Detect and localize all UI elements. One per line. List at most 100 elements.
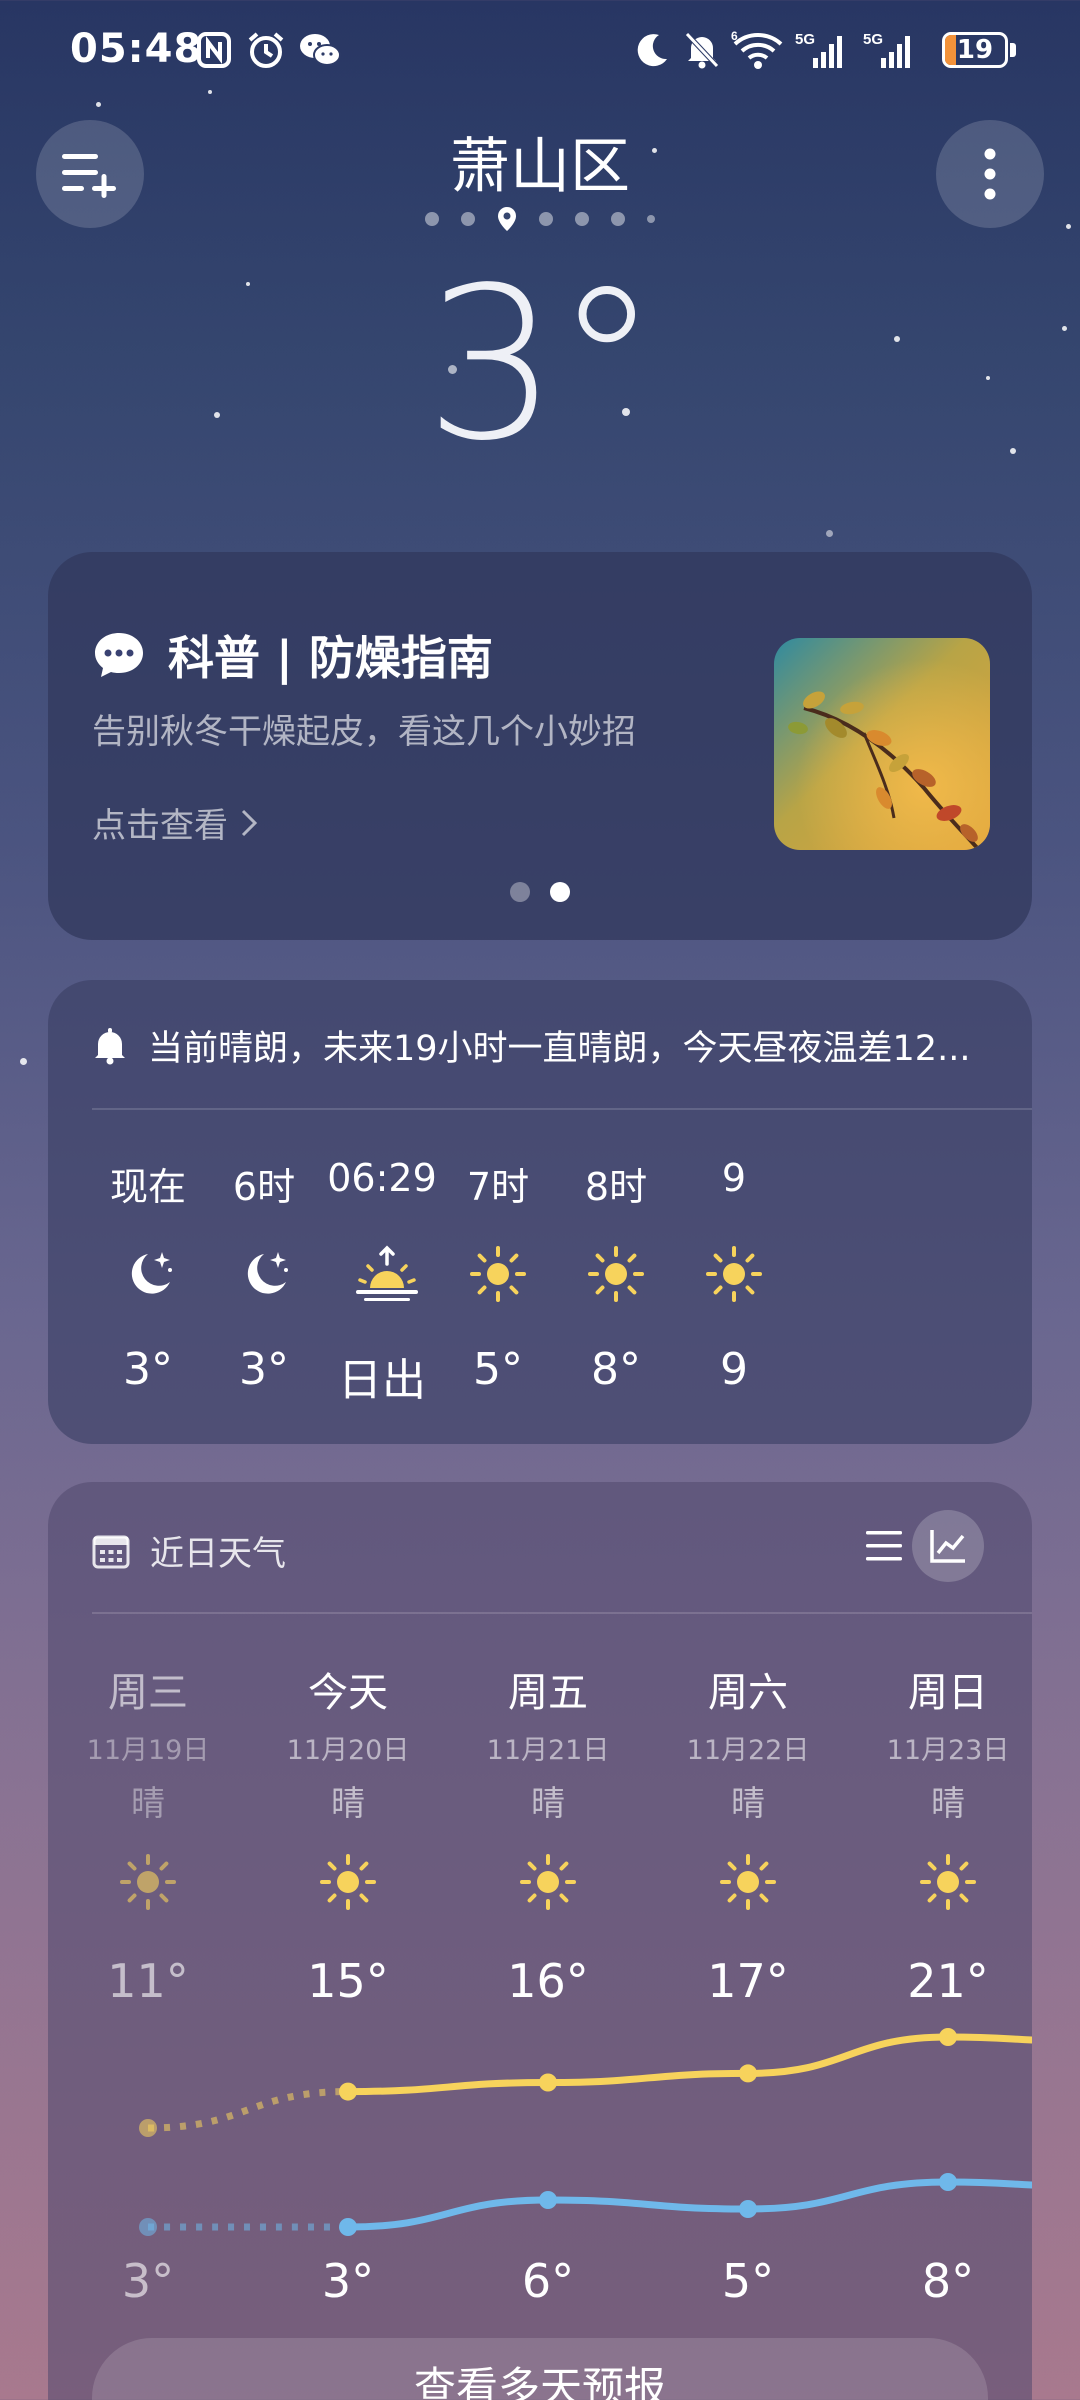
day-high-temp: 17° bbox=[707, 1954, 789, 2008]
low-temp-point bbox=[939, 2173, 957, 2191]
sun-icon bbox=[468, 1244, 528, 1304]
day-condition: 晴 bbox=[531, 1784, 565, 1824]
news-view-link[interactable]: 点击查看 bbox=[92, 798, 258, 847]
high-temp-point bbox=[339, 2082, 357, 2101]
news-view-label: 点击查看 bbox=[92, 806, 228, 846]
day-name: 今天 bbox=[308, 1670, 388, 1716]
low-temp-point bbox=[739, 2200, 757, 2218]
news-thumbnail-image[interactable] bbox=[774, 638, 990, 850]
low-temp-point bbox=[539, 2191, 557, 2209]
battery-tip bbox=[1010, 43, 1016, 57]
low-temp-line bbox=[344, 2178, 1032, 2231]
news-carousel-indicator bbox=[48, 882, 1032, 902]
carousel-dot bbox=[510, 882, 530, 902]
news-subtitle: 告别秋冬干燥起皮，看这几个小妙招 bbox=[92, 712, 636, 752]
sun-icon bbox=[586, 1244, 646, 1304]
day-condition: 晴 bbox=[731, 1784, 765, 1824]
day-name: 周五 bbox=[508, 1670, 588, 1716]
daily-forecast-card[interactable]: 近日天气 周三 11月19日晴 11° 3° 今天 11月20日晴 15° 3° 周五 11月21… bbox=[48, 1482, 1032, 2400]
city-name: 萧山区 bbox=[450, 132, 630, 202]
more-vertical-icon bbox=[984, 148, 996, 200]
wechat-icon bbox=[298, 30, 342, 70]
news-title: 科普 | 防燥指南 bbox=[168, 631, 493, 685]
status-bar: 05:48 6 5G 5G 19 bbox=[0, 0, 1080, 100]
sun-icon bbox=[704, 1244, 764, 1304]
sun-icon bbox=[918, 1852, 978, 1912]
more-days-forecast-button[interactable]: 查看多天预报 bbox=[92, 2338, 988, 2400]
bell-icon bbox=[95, 1027, 125, 1064]
day-name: 周六 bbox=[708, 1670, 788, 1716]
high-temp-past-segment bbox=[147, 2088, 349, 2132]
battery-icon: 19 bbox=[942, 32, 1008, 68]
page-dot bbox=[425, 212, 439, 226]
sun-icon bbox=[318, 1852, 378, 1912]
moon-stars-icon bbox=[118, 1244, 178, 1304]
day-low-temp: 3° bbox=[321, 2254, 375, 2308]
moon-dnd-icon bbox=[632, 30, 672, 70]
bell-off-icon bbox=[682, 30, 722, 70]
wifi-icon: 6 bbox=[730, 30, 786, 70]
battery-percent: 19 bbox=[956, 35, 994, 65]
day-low-temp: 8° bbox=[921, 2254, 975, 2308]
day-date: 11月19日 bbox=[86, 1735, 210, 1766]
nfc-icon bbox=[196, 30, 232, 70]
star bbox=[20, 1058, 27, 1065]
current-temperature: 3° bbox=[424, 242, 660, 487]
status-time: 05:48 bbox=[70, 26, 203, 72]
star bbox=[96, 102, 101, 107]
svg-text:5G: 5G bbox=[863, 31, 883, 48]
day-low-temp: 6° bbox=[521, 2254, 575, 2308]
sun-icon bbox=[118, 1852, 178, 1912]
alarm-icon bbox=[246, 30, 286, 70]
page-dot bbox=[461, 212, 475, 226]
high-temp-point bbox=[539, 2073, 557, 2092]
day-low-temp: 5° bbox=[721, 2254, 775, 2308]
day-name: 周三 bbox=[108, 1670, 188, 1716]
location-pin-icon bbox=[498, 207, 516, 231]
day-high-temp: 16° bbox=[507, 1954, 589, 2008]
page-dot bbox=[539, 212, 553, 226]
high-temp-point bbox=[939, 2028, 957, 2046]
news-card[interactable]: 科普 | 防燥指南 告别秋冬干燥起皮，看这几个小妙招 点击查看 bbox=[48, 552, 1032, 940]
signal-icon: 5G bbox=[794, 30, 852, 70]
svg-text:5G: 5G bbox=[795, 31, 815, 48]
day-condition: 晴 bbox=[331, 1784, 365, 1824]
day-date: 11月21日 bbox=[486, 1735, 610, 1766]
page-dot bbox=[611, 212, 625, 226]
signal-icon: 5G bbox=[862, 30, 920, 70]
day-date: 11月22日 bbox=[686, 1735, 810, 1766]
hourly-forecast-card[interactable]: 当前晴朗，未来19小时一直晴朗，今天昼夜温差12... 现在 3° 6时 3° 06:2… bbox=[48, 980, 1032, 1444]
day-high-temp: 15° bbox=[307, 1954, 389, 2008]
sun-icon bbox=[518, 1852, 578, 1912]
page-dot bbox=[647, 215, 655, 223]
day-low-temp: 3° bbox=[121, 2254, 175, 2308]
weather-alert-row: 当前晴朗，未来19小时一直晴朗，今天昼夜温差12... bbox=[92, 1020, 970, 1071]
high-temp-point bbox=[139, 2119, 157, 2137]
day-condition: 晴 bbox=[131, 1784, 165, 1824]
day-high-temp: 21° bbox=[907, 1954, 989, 2008]
page-dot bbox=[575, 212, 589, 226]
high-temp-line bbox=[344, 2033, 1032, 2096]
day-date: 11月20日 bbox=[286, 1735, 410, 1766]
sun-icon bbox=[718, 1852, 778, 1912]
low-temp-point bbox=[139, 2218, 157, 2236]
sunrise-icon bbox=[352, 1244, 418, 1304]
day-date: 11月23日 bbox=[886, 1735, 1010, 1766]
day-name: 周日 bbox=[908, 1670, 988, 1716]
chevron-right-icon bbox=[241, 809, 258, 836]
hourly-temp: 9 bbox=[720, 1344, 748, 1395]
high-temp-point bbox=[739, 2064, 757, 2083]
star bbox=[826, 530, 833, 537]
svg-text:6: 6 bbox=[731, 30, 738, 43]
more-options-button[interactable] bbox=[936, 120, 1044, 228]
low-temp-point bbox=[339, 2218, 357, 2236]
chat-bubble-icon bbox=[95, 633, 143, 677]
moon-stars-icon bbox=[234, 1244, 294, 1304]
news-title-row: 科普 | 防燥指南 bbox=[92, 622, 493, 688]
divider bbox=[92, 1108, 1032, 1110]
hourly-time: 9 bbox=[721, 1156, 747, 1200]
weather-alert-text: 当前晴朗，未来19小时一直晴朗，今天昼夜温差12... bbox=[148, 1029, 971, 1069]
city-page-indicator bbox=[0, 206, 1080, 232]
carousel-dot-active bbox=[550, 882, 570, 902]
day-high-temp: 11° bbox=[107, 1954, 189, 2008]
